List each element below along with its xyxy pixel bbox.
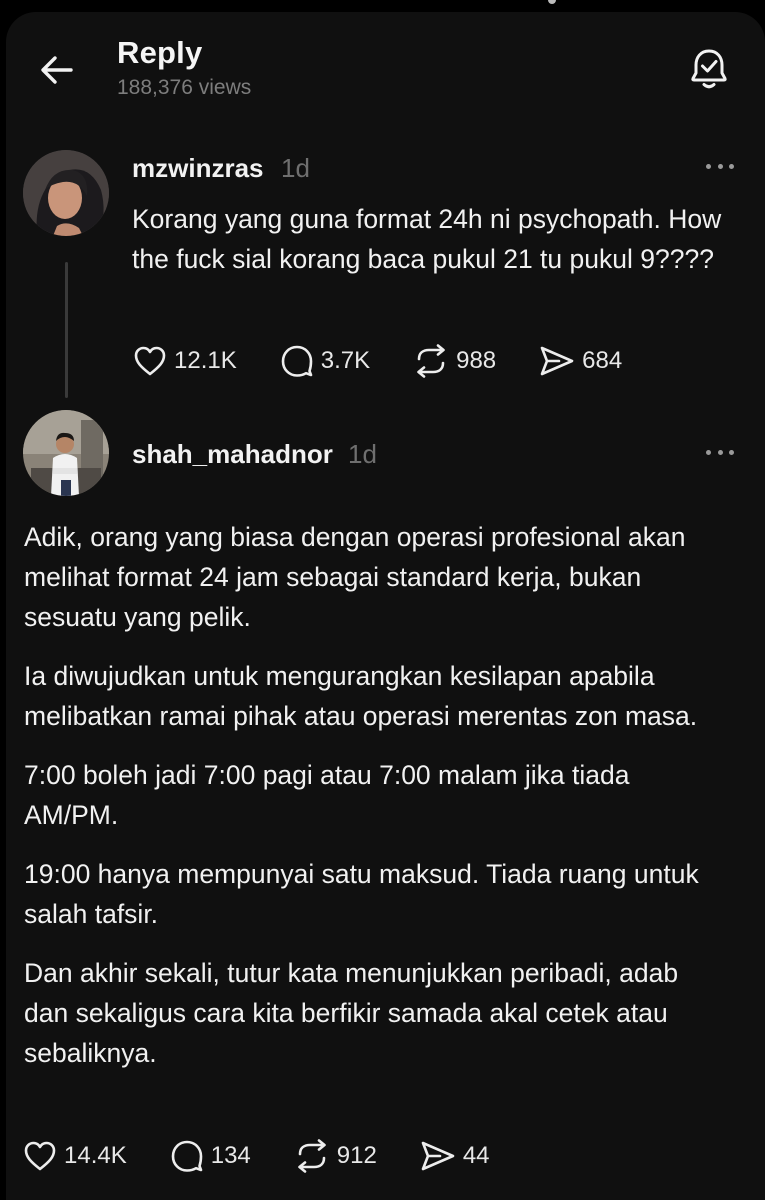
- status-bar: [0, 0, 765, 12]
- heart-icon: [24, 1141, 56, 1171]
- notify-button[interactable]: [688, 46, 730, 92]
- repost-icon: [417, 344, 445, 378]
- reply-text: Adik, orang yang biasa dengan operasi pr…: [24, 517, 714, 1092]
- repost-icon: [297, 1139, 326, 1173]
- more-dot: [729, 449, 734, 455]
- reply-paragraph: 19:00 hanya mempunyai satu maksud. Tiada…: [24, 859, 699, 929]
- reply-like-button[interactable]: 14.4K: [23, 1140, 127, 1172]
- post-more-button[interactable]: [700, 154, 740, 178]
- avatar-mzwinzras[interactable]: [23, 150, 109, 236]
- send-icon: [421, 1141, 455, 1171]
- like-count: 12.1K: [174, 347, 237, 374]
- more-dot: [717, 163, 723, 169]
- comment-count: 3.7K: [320, 347, 371, 374]
- thread-screen: Reply 188,376 views mzwinzras 1d Korang …: [6, 12, 765, 1200]
- thread-line: [65, 262, 68, 398]
- reply-like-count: 14.4K: [64, 1142, 127, 1169]
- reply-actions: 14.4K 134 912 44: [23, 1139, 490, 1173]
- reply-username[interactable]: shah_mahadnor: [132, 439, 333, 470]
- avatar-shah-mahadnor[interactable]: [23, 410, 109, 496]
- reply-paragraph: Ia diwujudkan untuk mengurangkan kesilap…: [24, 661, 698, 731]
- reply-paragraph: Adik, orang yang biasa dengan operasi pr…: [24, 522, 686, 632]
- reply-share-button[interactable]: 44: [420, 1140, 490, 1172]
- repost-button[interactable]: 988: [413, 344, 496, 378]
- comment-button[interactable]: 3.7K: [280, 344, 370, 378]
- repost-count: 988: [456, 347, 497, 374]
- reply-paragraph: Dan akhir sekali, tutur kata menunjukkan…: [24, 958, 679, 1068]
- reply-comment-count: 134: [210, 1142, 251, 1169]
- post-actions: 12.1K 3.7K 988 684: [133, 344, 622, 378]
- status-indicator: [548, 0, 556, 4]
- reply-time: 1d: [348, 439, 377, 469]
- view-count: 188,376 views: [117, 76, 252, 99]
- reply-repost-button[interactable]: 912: [294, 1139, 377, 1173]
- reply-share-count: 44: [462, 1142, 490, 1169]
- reply-repost-count: 912: [336, 1142, 377, 1169]
- post-time: 1d: [281, 153, 310, 183]
- post-text: Korang yang guna format 24h ni psychopat…: [132, 204, 722, 274]
- reply-paragraph: 7:00 boleh jadi 7:00 pagi atau 7:00 mala…: [24, 760, 630, 830]
- post-username[interactable]: mzwinzras: [132, 153, 264, 184]
- reply-comment-button[interactable]: 134: [170, 1139, 251, 1173]
- page-title: Reply: [117, 35, 203, 70]
- arrow-left-icon: [41, 56, 73, 84]
- share-count: 684: [582, 347, 623, 374]
- like-button[interactable]: 12.1K: [133, 345, 237, 377]
- comment-bubble-icon: [171, 1140, 203, 1172]
- send-icon: [540, 346, 574, 376]
- more-dot: [717, 449, 723, 455]
- reply-more-button[interactable]: [700, 440, 740, 464]
- share-button[interactable]: 684: [539, 345, 622, 377]
- heart-icon: [134, 346, 166, 376]
- more-dot: [706, 163, 711, 169]
- more-dot: [729, 163, 734, 169]
- back-button[interactable]: [36, 50, 76, 90]
- more-dot: [706, 449, 711, 455]
- bell-check-icon: [691, 49, 727, 89]
- comment-bubble-icon: [281, 345, 313, 377]
